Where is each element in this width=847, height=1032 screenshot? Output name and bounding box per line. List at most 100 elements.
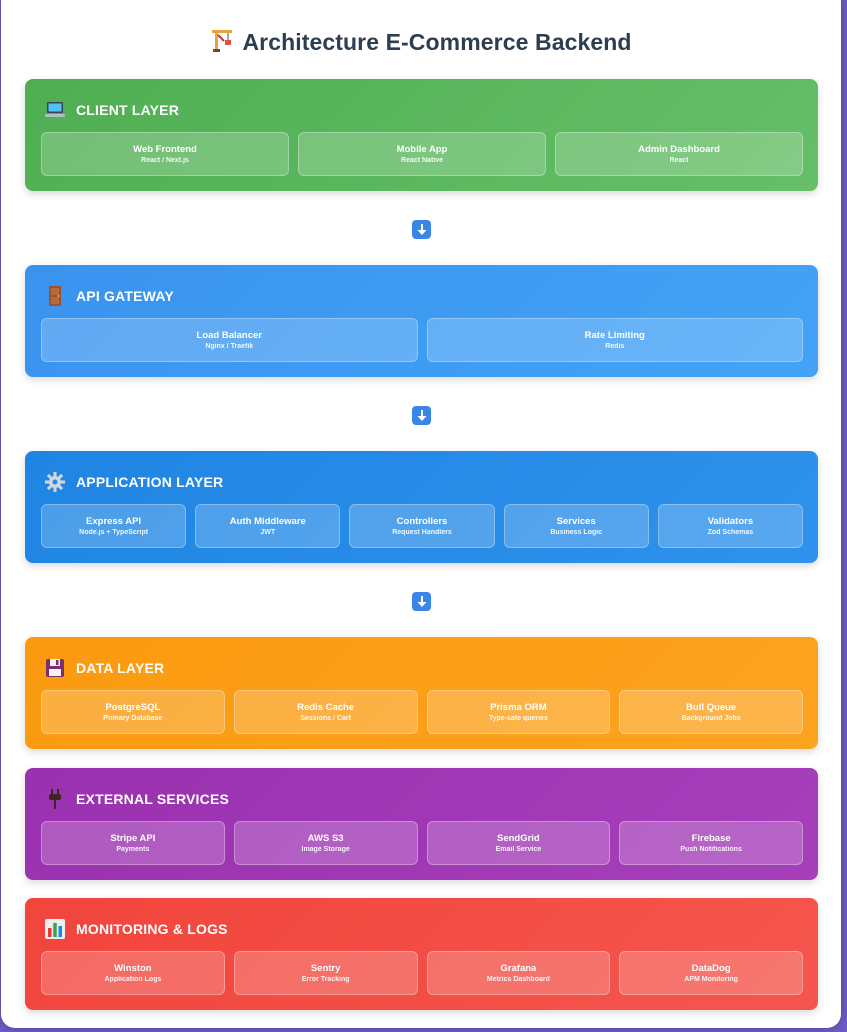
component-card: PostgreSQL Primary Database: [41, 690, 225, 734]
plug-icon: [44, 788, 66, 810]
component-card: Rate Limiting Redis: [426, 318, 803, 362]
component-tech: Redis: [605, 342, 625, 350]
component-tech: Push Notifications: [680, 845, 742, 853]
component-name: Sentry: [310, 962, 341, 974]
component-card: SendGrid Email Service: [426, 821, 611, 865]
layer-client: CLIENT LAYER Web Frontend React / Next.js M…: [25, 79, 818, 191]
layer-header: EXTERNAL SERVICES: [44, 788, 229, 810]
component-card: Web Frontend React / Next.js: [41, 132, 289, 176]
layer-header: APPLICATION LAYER: [44, 471, 223, 493]
component-row: Stripe API Payments AWS S3 Image Storage Sen…: [41, 821, 803, 865]
construction-crane-icon: [210, 29, 234, 53]
component-name: Auth Middleware: [229, 515, 306, 527]
component-tech: Image Storage: [301, 845, 350, 853]
component-tech: Request Handlers: [392, 528, 452, 536]
component-name: Bull Queue: [686, 701, 737, 713]
component-tech: Nginx / Traefik: [205, 342, 254, 350]
layer-header: DATA LAYER: [44, 657, 164, 679]
layer-title: EXTERNAL SERVICES: [76, 791, 230, 807]
component-card: Sentry Error Tracking: [233, 951, 418, 995]
component-card: AWS S3 Image Storage: [233, 821, 418, 865]
layer-header: CLIENT LAYER: [44, 99, 179, 121]
component-name: Mobile App: [396, 143, 448, 155]
component-tech: React Native: [400, 156, 444, 164]
layer-data: DATA LAYER PostgreSQL Primary Database Redi…: [25, 637, 818, 749]
component-tech: JWT: [260, 528, 276, 536]
component-name: PostgreSQL: [105, 701, 161, 713]
layer-title: MONITORING & LOGS: [76, 921, 228, 937]
component-card: Services Business Logic: [503, 504, 649, 548]
component-name: SendGrid: [496, 832, 540, 844]
component-tech: Background Jobs: [681, 714, 741, 722]
title-text: Architecture E-Commerce Backend: [242, 29, 632, 55]
component-tech: React / Next.js: [141, 156, 189, 164]
component-name: Validators: [707, 515, 754, 527]
layer-header: MONITORING & LOGS: [44, 918, 228, 940]
component-tech: React: [669, 156, 689, 164]
component-tech: Zod Schemas: [707, 528, 754, 536]
component-card: Controllers Request Handlers: [349, 504, 495, 548]
component-name: Stripe API: [110, 832, 156, 844]
bar-chart-icon: [44, 918, 66, 940]
component-tech: Metrics Dashboard: [486, 975, 550, 983]
component-card: Stripe API Payments: [41, 821, 225, 865]
component-card: Firebase Push Notifications: [619, 821, 803, 865]
component-name: Rate Limiting: [584, 329, 645, 341]
component-tech: Application Logs: [104, 975, 162, 983]
component-name: Web Frontend: [133, 143, 197, 155]
component-name: AWS S3: [307, 832, 344, 844]
down-arrow-icon: [412, 592, 431, 611]
down-arrow-icon: [412, 220, 431, 239]
layer-title: APPLICATION LAYER: [76, 474, 224, 490]
component-card: Auth Middleware JWT: [195, 504, 341, 548]
floppy-disk-icon: [44, 657, 66, 679]
component-row: Load Balancer Nginx / Traefik Rate Limitin…: [41, 318, 803, 362]
layer-external: EXTERNAL SERVICES Stripe API Payments AWS S…: [25, 768, 818, 880]
gear-icon: [44, 471, 66, 493]
component-tech: Error Tracking: [301, 975, 350, 983]
component-tech: Business Logic: [550, 528, 603, 536]
layer-gateway: API GATEWAY Load Balancer Nginx / Traefik R…: [25, 265, 818, 377]
component-tech: APM Monitoring: [684, 975, 738, 983]
component-tech: Type-safe queries: [488, 714, 548, 722]
component-name: Admin Dashboard: [638, 143, 720, 155]
component-name: Prisma ORM: [490, 701, 547, 713]
component-name: Load Balancer: [196, 329, 262, 341]
layer-monitoring: MONITORING & LOGS Winston Application Logs…: [25, 898, 818, 1010]
component-card: DataDog APM Monitoring: [619, 951, 803, 995]
component-card: Validators Zod Schemas: [657, 504, 804, 548]
component-name: Services: [556, 515, 596, 527]
component-card: Admin Dashboard React: [555, 132, 803, 176]
component-tech: Payments: [116, 845, 150, 853]
component-name: Winston: [114, 962, 152, 974]
component-row: Web Frontend React / Next.js Mobile App Rea…: [41, 132, 803, 176]
component-card: Prisma ORM Type-safe queries: [426, 690, 611, 734]
component-card: Grafana Metrics Dashboard: [426, 951, 611, 995]
component-name: Express API: [86, 515, 142, 527]
component-card: Load Balancer Nginx / Traefik: [41, 318, 418, 362]
layer-title: DATA LAYER: [76, 660, 165, 676]
component-tech: Email Service: [495, 845, 542, 853]
component-tech: Node.js + TypeScript: [79, 528, 149, 536]
component-row: Express API Node.js + TypeScript Auth Midd…: [41, 504, 804, 548]
layer-title: API GATEWAY: [76, 288, 174, 304]
component-card: Bull Queue Background Jobs: [619, 690, 803, 734]
component-card: Winston Application Logs: [41, 951, 225, 995]
component-row: PostgreSQL Primary Database Redis Cache Ses…: [41, 690, 803, 734]
layer-title: CLIENT LAYER: [76, 102, 180, 118]
component-name: DataDog: [691, 962, 731, 974]
component-tech: Sessions / Cart: [300, 714, 351, 722]
component-tech: Primary Database: [103, 714, 163, 722]
page-title: Architecture E-Commerce Backend: [1, 29, 841, 56]
component-card: Mobile App React Native: [298, 132, 546, 176]
diagram-page: Architecture E-Commerce Backend CLIENT L…: [1, 0, 841, 1028]
component-card: Redis Cache Sessions / Cart: [233, 690, 418, 734]
down-arrow-icon: [412, 406, 431, 425]
component-name: Redis Cache: [297, 701, 355, 713]
component-card: Express API Node.js + TypeScript: [41, 504, 187, 548]
layer-header: API GATEWAY: [44, 285, 174, 307]
component-row: Winston Application Logs Sentry Error Track…: [41, 951, 803, 995]
component-name: Controllers: [396, 515, 448, 527]
door-icon: [44, 285, 66, 307]
component-name: Firebase: [691, 832, 731, 844]
